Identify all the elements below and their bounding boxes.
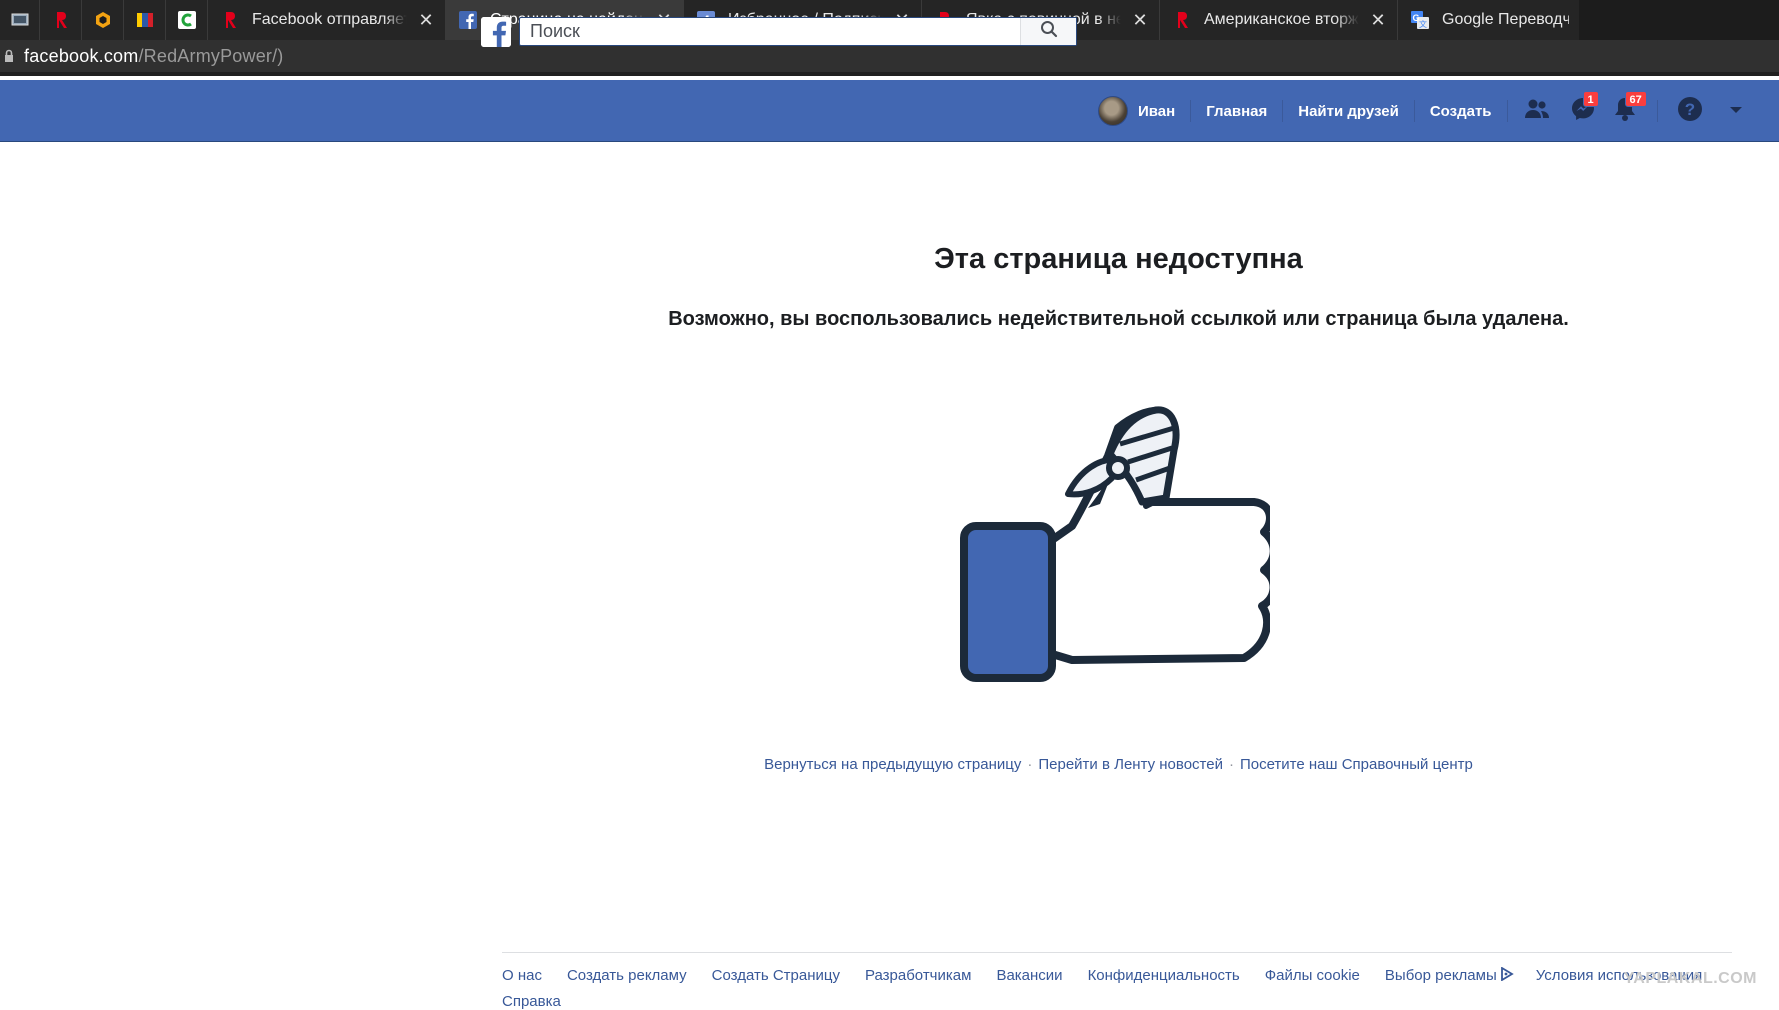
tab-pinned-yandex-1[interactable] <box>40 0 82 40</box>
search-button[interactable] <box>1020 18 1076 45</box>
caret-down-icon <box>1729 102 1743 120</box>
hexagon-icon <box>93 10 113 30</box>
search-box <box>519 17 1077 46</box>
link-help-center[interactable]: Посетите наш Справочный центр <box>1240 756 1473 773</box>
nav-divider <box>1282 100 1284 122</box>
facebook-logo-icon[interactable] <box>481 17 511 47</box>
nav-find-friends-link[interactable]: Найти друзей <box>1298 103 1399 120</box>
c-letter-icon <box>177 10 197 30</box>
adchoices-icon <box>1500 966 1514 985</box>
tab-pinned-c[interactable] <box>166 0 208 40</box>
close-icon[interactable]: ✕ <box>1131 11 1149 29</box>
google-translate-icon: G文 <box>1410 10 1430 30</box>
footer-link-privacy[interactable]: Конфиденциальность <box>1088 967 1240 985</box>
nav-create-link[interactable]: Создать <box>1430 103 1492 120</box>
separator-dot: · <box>1228 756 1234 773</box>
tab-google-translate[interactable]: G文 Google Переводчик <box>1398 0 1579 40</box>
account-menu-button[interactable] <box>1722 97 1750 125</box>
close-icon[interactable]: ✕ <box>1369 11 1387 29</box>
friends-icon <box>1524 98 1550 125</box>
nav-divider <box>1190 100 1192 122</box>
profile-link[interactable]: Иван <box>1098 96 1175 126</box>
yandex-icon <box>51 10 71 30</box>
tab-pinned-monitor[interactable] <box>0 0 40 40</box>
broken-thumb-illustration <box>960 398 1278 688</box>
url-path: /RedArmyPower/) <box>138 45 284 66</box>
footer-link-create-page[interactable]: Создать Страницу <box>712 967 840 985</box>
question-icon: ? <box>1677 96 1703 127</box>
footer-link-about[interactable]: О нас <box>502 967 542 985</box>
footer-link-help[interactable]: Справка <box>502 993 1732 1010</box>
messages-badge: 1 <box>1582 91 1599 107</box>
url-text[interactable]: facebook.com/RedArmyPower/) <box>24 46 284 67</box>
nav-divider <box>1413 100 1415 122</box>
svg-text:?: ? <box>1684 100 1694 119</box>
avatar <box>1098 96 1128 126</box>
watermark-text: YAPLAKAL.COM <box>1623 970 1757 987</box>
search-icon <box>1040 20 1058 43</box>
separator-dot: · <box>1027 756 1033 773</box>
tab-title: Американское вторжение в <box>1204 11 1359 28</box>
help-button[interactable]: ? <box>1676 96 1704 127</box>
messages-button[interactable]: 1 <box>1569 91 1599 125</box>
notifications-button[interactable]: 67 <box>1611 91 1647 125</box>
tab-pinned-flag[interactable] <box>124 0 166 40</box>
top-nav: Иван Главная Найти друзей Создать 1 67 ? <box>1098 80 1750 142</box>
lock-icon[interactable] <box>4 49 14 63</box>
tab-american-invasion[interactable]: Американское вторжение в ✕ <box>1160 0 1398 40</box>
monitor-icon <box>10 10 30 30</box>
tab-facebook-ban[interactable]: Facebook отправляет в бан ✕ <box>208 0 446 40</box>
tab-pinned-hexagon[interactable] <box>82 0 124 40</box>
url-host: facebook.com <box>24 45 139 66</box>
recovery-links: Вернуться на предыдущую страницу · Перейти… <box>600 756 1637 773</box>
yandex-icon <box>1172 10 1192 30</box>
nav-divider <box>1506 100 1508 122</box>
tab-title: Facebook отправляет в бан <box>252 11 407 28</box>
search-input[interactable] <box>520 18 1020 45</box>
nav-home-link[interactable]: Главная <box>1206 103 1267 120</box>
footer-link-ad-choices[interactable]: Выбор рекламы <box>1385 967 1497 985</box>
footer-links: О нас Создать рекламу Создать Страницу Р… <box>502 966 1732 985</box>
footer-link-careers[interactable]: Вакансии <box>996 967 1062 985</box>
yandex-icon <box>220 10 240 30</box>
page-subtitle: Возможно, вы воспользовались недействите… <box>668 308 1569 330</box>
nav-divider <box>1656 100 1658 122</box>
close-icon[interactable]: ✕ <box>417 11 435 29</box>
facebook-icon <box>458 10 478 30</box>
link-news-feed[interactable]: Перейти в Ленту новостей <box>1038 756 1223 773</box>
notifications-badge: 67 <box>1624 91 1647 107</box>
page-footer: О нас Создать рекламу Создать Страницу Р… <box>502 952 1732 1010</box>
footer-link-create-ad[interactable]: Создать рекламу <box>567 967 687 985</box>
link-go-back[interactable]: Вернуться на предыдущую страницу <box>764 756 1021 773</box>
svg-text:文: 文 <box>1419 19 1427 29</box>
tab-title: Google Переводчик <box>1442 11 1569 28</box>
friend-requests-button[interactable] <box>1523 97 1551 125</box>
footer-link-developers[interactable]: Разработчикам <box>865 967 971 985</box>
user-name: Иван <box>1138 102 1176 120</box>
bandaged-thumbs-up-icon <box>960 406 1278 682</box>
page-title: Эта страница недоступна <box>934 243 1303 275</box>
footer-link-cookies[interactable]: Файлы cookie <box>1265 967 1360 985</box>
flag-icon <box>135 10 155 30</box>
